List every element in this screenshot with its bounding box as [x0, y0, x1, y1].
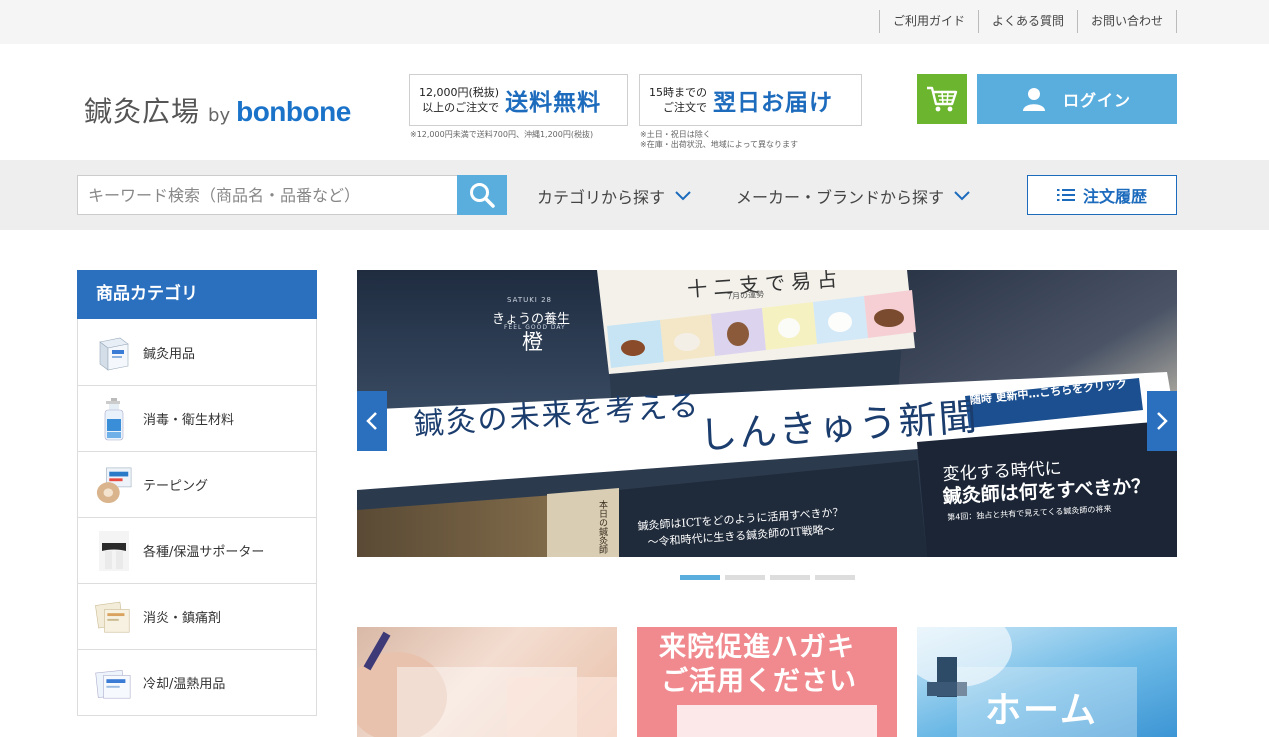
hero-slider[interactable]: 十二支で易占 7月の運勢 SATUKI 28 きょうの養生 FEEL GOOD … [357, 270, 1177, 557]
free-shipping-note: ※12,000円未満で送料700円、沖縄1,200円(税抜) [410, 130, 594, 139]
next-day-note-1: ※土日・祝日は除く [640, 130, 711, 139]
category-label: 消炎・鎮痛剤 [143, 611, 222, 626]
banner-left-image [357, 631, 617, 737]
login-label: ログイン [1062, 91, 1131, 110]
logo-by: by [208, 105, 231, 126]
search-input[interactable] [77, 175, 457, 215]
category-dropdown-label: カテゴリから探す [537, 188, 666, 207]
category-label: 鍼灸用品 [143, 346, 196, 362]
needle-box-icon [95, 329, 133, 375]
next-day-title: 翌日お届け [713, 90, 833, 116]
utility-bar: ご利用ガイド よくある質問 お問い合わせ [0, 0, 1269, 44]
free-shipping-condition: 12,000円(税抜) 以上のご注文で [419, 85, 499, 115]
search-bar: カテゴリから探す メーカー・ブランドから探す 注文履歴 [0, 160, 1269, 230]
next-day-deadline: 15時までの [649, 86, 707, 99]
search-icon [470, 183, 495, 208]
site-logo[interactable]: 鍼灸広場 by bonbone [84, 90, 351, 130]
category-item-sanitizer[interactable]: 消毒・衛生材料 [78, 385, 316, 451]
next-day-banner: 15時までの ご注文で 翌日お届け [639, 74, 862, 126]
banner-left[interactable] [357, 627, 617, 737]
category-label: 各種/保温サポーター [143, 545, 265, 560]
chevron-right-icon [1157, 412, 1168, 430]
cold-pack-icon [95, 660, 133, 706]
patch-icon [95, 594, 133, 640]
maker-dropdown[interactable]: メーカー・ブランドから探す [736, 184, 970, 208]
contact-link[interactable]: お問い合わせ [1076, 10, 1177, 33]
order-history-button[interactable]: 注文履歴 [1027, 175, 1177, 215]
left-vertical-text: 本日の鍼灸師さん [597, 500, 607, 554]
banner-home-text: ホーム [985, 690, 1098, 731]
user-icon [1022, 87, 1045, 111]
sanitizer-bottle-icon [95, 396, 133, 442]
category-item-taping[interactable]: テーピング [78, 451, 316, 517]
slider-prev-button[interactable] [357, 391, 387, 451]
sidebar-title: 商品カテゴリ [77, 270, 317, 319]
guide-link[interactable]: ご利用ガイド [878, 10, 978, 33]
slider-next-button[interactable] [1147, 391, 1177, 451]
next-day-note: ※土日・祝日は除く ※在庫・出荷状況、地域によって異なります [640, 130, 798, 150]
category-item-acupuncture[interactable]: 鍼灸用品 [78, 319, 316, 385]
faq-link[interactable]: よくある質問 [977, 10, 1077, 33]
category-label: 消毒・衛生材料 [143, 413, 235, 428]
free-shipping-amount: 12,000円(税抜) [419, 86, 500, 99]
slider-dot[interactable] [815, 575, 855, 580]
free-shipping-title: 送料無料 [505, 90, 602, 116]
next-day-text: ご注文で [663, 101, 707, 114]
tape-roll-icon [95, 462, 133, 508]
chevron-down-icon [954, 191, 970, 201]
free-shipping-text: 以上のご注文で [422, 101, 500, 114]
cart-icon [927, 86, 958, 112]
free-shipping-banner: 12,000円(税抜) 以上のご注文で 送料無料 [409, 74, 628, 126]
yojo-kanji: 橙 [522, 330, 543, 354]
category-dropdown[interactable]: カテゴリから探す [537, 184, 691, 208]
category-sidebar: 商品カテゴリ 鍼灸用品 消毒・衛生材料 テーピング 各種/保温サポーター 消炎・… [77, 270, 317, 716]
chevron-left-icon [366, 412, 377, 430]
list-icon [1056, 188, 1075, 202]
logo-brand: bonbone [236, 96, 351, 127]
maker-dropdown-label: メーカー・ブランドから探す [736, 188, 945, 207]
utility-links: ご利用ガイド よくある質問 お問い合わせ [878, 10, 1177, 33]
slider-dot[interactable] [680, 575, 720, 580]
category-list: 鍼灸用品 消毒・衛生材料 テーピング 各種/保温サポーター 消炎・鎮痛剤 冷却/… [77, 319, 317, 716]
postcard-image [677, 705, 877, 737]
banner-home[interactable]: ホーム [917, 627, 1177, 737]
next-day-note-2: ※在庫・出荷状況、地域によって異なります [640, 140, 799, 149]
logo-japanese: 鍼灸広場 [84, 95, 201, 128]
order-history-label: 注文履歴 [1082, 187, 1147, 206]
category-item-painkiller[interactable]: 消炎・鎮痛剤 [78, 583, 316, 649]
category-label: テーピング [143, 479, 209, 494]
search-button[interactable] [457, 175, 507, 215]
login-button[interactable]: ログイン [977, 74, 1177, 124]
chevron-down-icon [675, 191, 691, 201]
category-label: 冷却/温熱用品 [143, 677, 226, 692]
slider-dot[interactable] [725, 575, 765, 580]
site-header: 鍼灸広場 by bonbone 12,000円(税抜) 以上のご注文で 送料無料… [0, 44, 1269, 160]
banner-postcard[interactable]: 来院促進ハガキ ご活用ください [637, 627, 897, 737]
slider-dot[interactable] [770, 575, 810, 580]
satsuki-label: SATUKI 28 [507, 296, 553, 304]
next-day-condition: 15時までの ご注文で [649, 85, 707, 115]
category-item-supporter[interactable]: 各種/保温サポーター [78, 517, 316, 583]
cart-button[interactable] [917, 74, 967, 124]
slider-pagination [680, 575, 860, 580]
supporter-icon [95, 528, 133, 574]
banner-postcard-line2: ご活用ください [661, 666, 857, 697]
category-item-cold-hot[interactable]: 冷却/温熱用品 [78, 649, 316, 715]
